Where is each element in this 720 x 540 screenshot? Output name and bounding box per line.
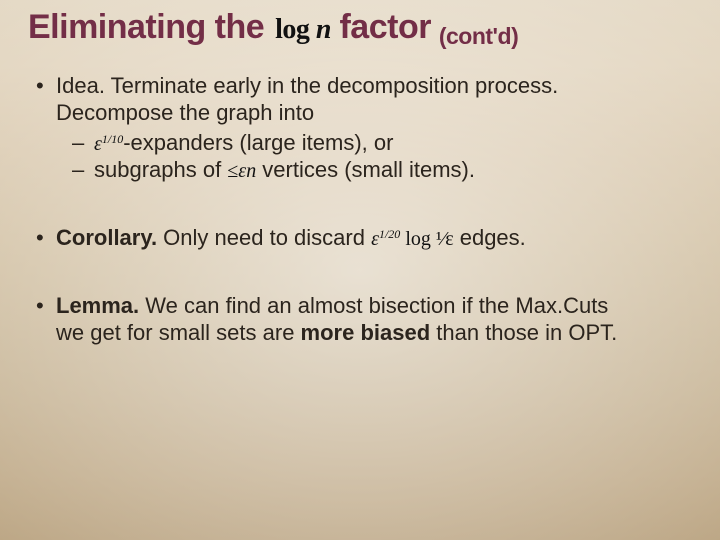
idea-line2: Decompose the graph into — [56, 100, 314, 125]
slide-title: Eliminating the log n factor (cont'd) — [28, 8, 692, 50]
bullet-idea: Idea. Terminate early in the decompositi… — [32, 72, 692, 184]
slide-body: Eliminating the log n factor (cont'd) Id… — [0, 0, 720, 540]
title-post: factor — [339, 8, 430, 46]
title-contd: (cont'd) — [431, 23, 518, 49]
bullet-corollary: Corollary. Only need to discard ε1/20 lo… — [32, 224, 692, 252]
lemma-bold: more biased — [301, 320, 431, 345]
le-en-math: ≤εn — [227, 160, 256, 182]
epsilon-expander-math: ε1/10 — [94, 133, 123, 155]
corollary-mid: Only need to discard — [157, 225, 371, 250]
subgraphs-rest: vertices (small items). — [256, 157, 475, 182]
le-sym: ≤ — [227, 160, 238, 182]
eps3: ε — [371, 228, 379, 250]
math-n: n — [316, 14, 331, 45]
lemma-line2a: we get for small sets are — [56, 320, 301, 345]
corollary-label: Corollary. — [56, 225, 157, 250]
one-over-eps: ¹⁄ε — [431, 228, 454, 250]
log2: log — [400, 228, 431, 250]
title-pre: Eliminating the — [28, 8, 273, 46]
corollary-rest: edges. — [454, 225, 526, 250]
bullet-list: Idea. Terminate early in the decompositi… — [28, 72, 692, 346]
n2: n — [246, 160, 256, 182]
subgraphs-pre: subgraphs of — [94, 157, 227, 182]
corollary-math: ε1/20 log ¹⁄ε — [371, 228, 454, 250]
expanders-rest: -expanders (large items), or — [123, 130, 393, 155]
eps2: ε — [238, 160, 246, 182]
idea-line1: Idea. Terminate early in the decompositi… — [56, 73, 558, 98]
lemma-line2b: than those in OPT. — [430, 320, 617, 345]
idea-sub-smallgraphs: subgraphs of ≤εn vertices (small items). — [68, 156, 692, 184]
eps: ε — [94, 133, 102, 155]
lemma-line1: We can find an almost bisection if the M… — [139, 293, 608, 318]
eps-exp: 1/10 — [102, 132, 123, 146]
idea-sublist: ε1/10-expanders (large items), or subgra… — [56, 129, 692, 185]
eps3-exp: 1/20 — [379, 227, 400, 241]
idea-sub-expanders: ε1/10-expanders (large items), or — [68, 129, 692, 157]
bullet-lemma: Lemma. We can find an almost bisection i… — [32, 292, 692, 347]
math-log: log — [275, 14, 309, 45]
lemma-label: Lemma. — [56, 293, 139, 318]
title-math: log n — [273, 14, 339, 45]
